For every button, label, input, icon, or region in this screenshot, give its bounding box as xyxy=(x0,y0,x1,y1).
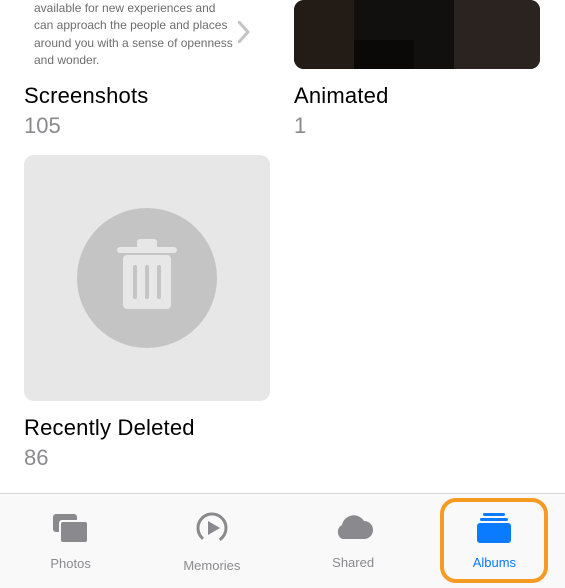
photos-albums-view: available for new experiences and can ap… xyxy=(0,0,565,588)
album-animated[interactable]: Animated 1 xyxy=(294,0,540,139)
album-count: 105 xyxy=(24,113,270,139)
album-screenshots[interactable]: available for new experiences and can ap… xyxy=(24,0,270,139)
albums-grid: available for new experiences and can ap… xyxy=(0,0,565,471)
albums-row: available for new experiences and can ap… xyxy=(24,0,540,139)
tab-label: Memories xyxy=(183,558,240,573)
album-title: Screenshots xyxy=(24,83,270,109)
cloud-icon xyxy=(332,513,374,548)
album-cover xyxy=(294,0,540,69)
tab-label: Photos xyxy=(50,556,90,571)
album-cover: available for new experiences and can ap… xyxy=(24,0,270,69)
trash-icon xyxy=(113,237,181,320)
album-recently-deleted[interactable]: Recently Deleted 86 xyxy=(24,139,270,471)
cover-text-snippet: available for new experiences and can ap… xyxy=(34,0,238,69)
album-count: 86 xyxy=(24,445,270,471)
bottom-tab-bar: Photos Memories Shared Albums xyxy=(0,493,565,588)
tab-albums[interactable]: Albums xyxy=(424,494,565,588)
album-title: Animated xyxy=(294,83,540,109)
album-count: 1 xyxy=(294,113,540,139)
memories-icon xyxy=(194,510,230,551)
album-cover xyxy=(24,155,270,401)
tab-memories[interactable]: Memories xyxy=(141,494,282,588)
chevron-right-icon xyxy=(238,21,250,48)
album-title: Recently Deleted xyxy=(24,415,270,441)
trash-icon-container xyxy=(77,208,217,348)
albums-icon xyxy=(475,513,513,548)
tab-shared[interactable]: Shared xyxy=(283,494,424,588)
tab-label: Albums xyxy=(473,555,516,570)
tab-photos[interactable]: Photos xyxy=(0,494,141,588)
photos-icon xyxy=(51,512,91,549)
tab-label: Shared xyxy=(332,555,374,570)
